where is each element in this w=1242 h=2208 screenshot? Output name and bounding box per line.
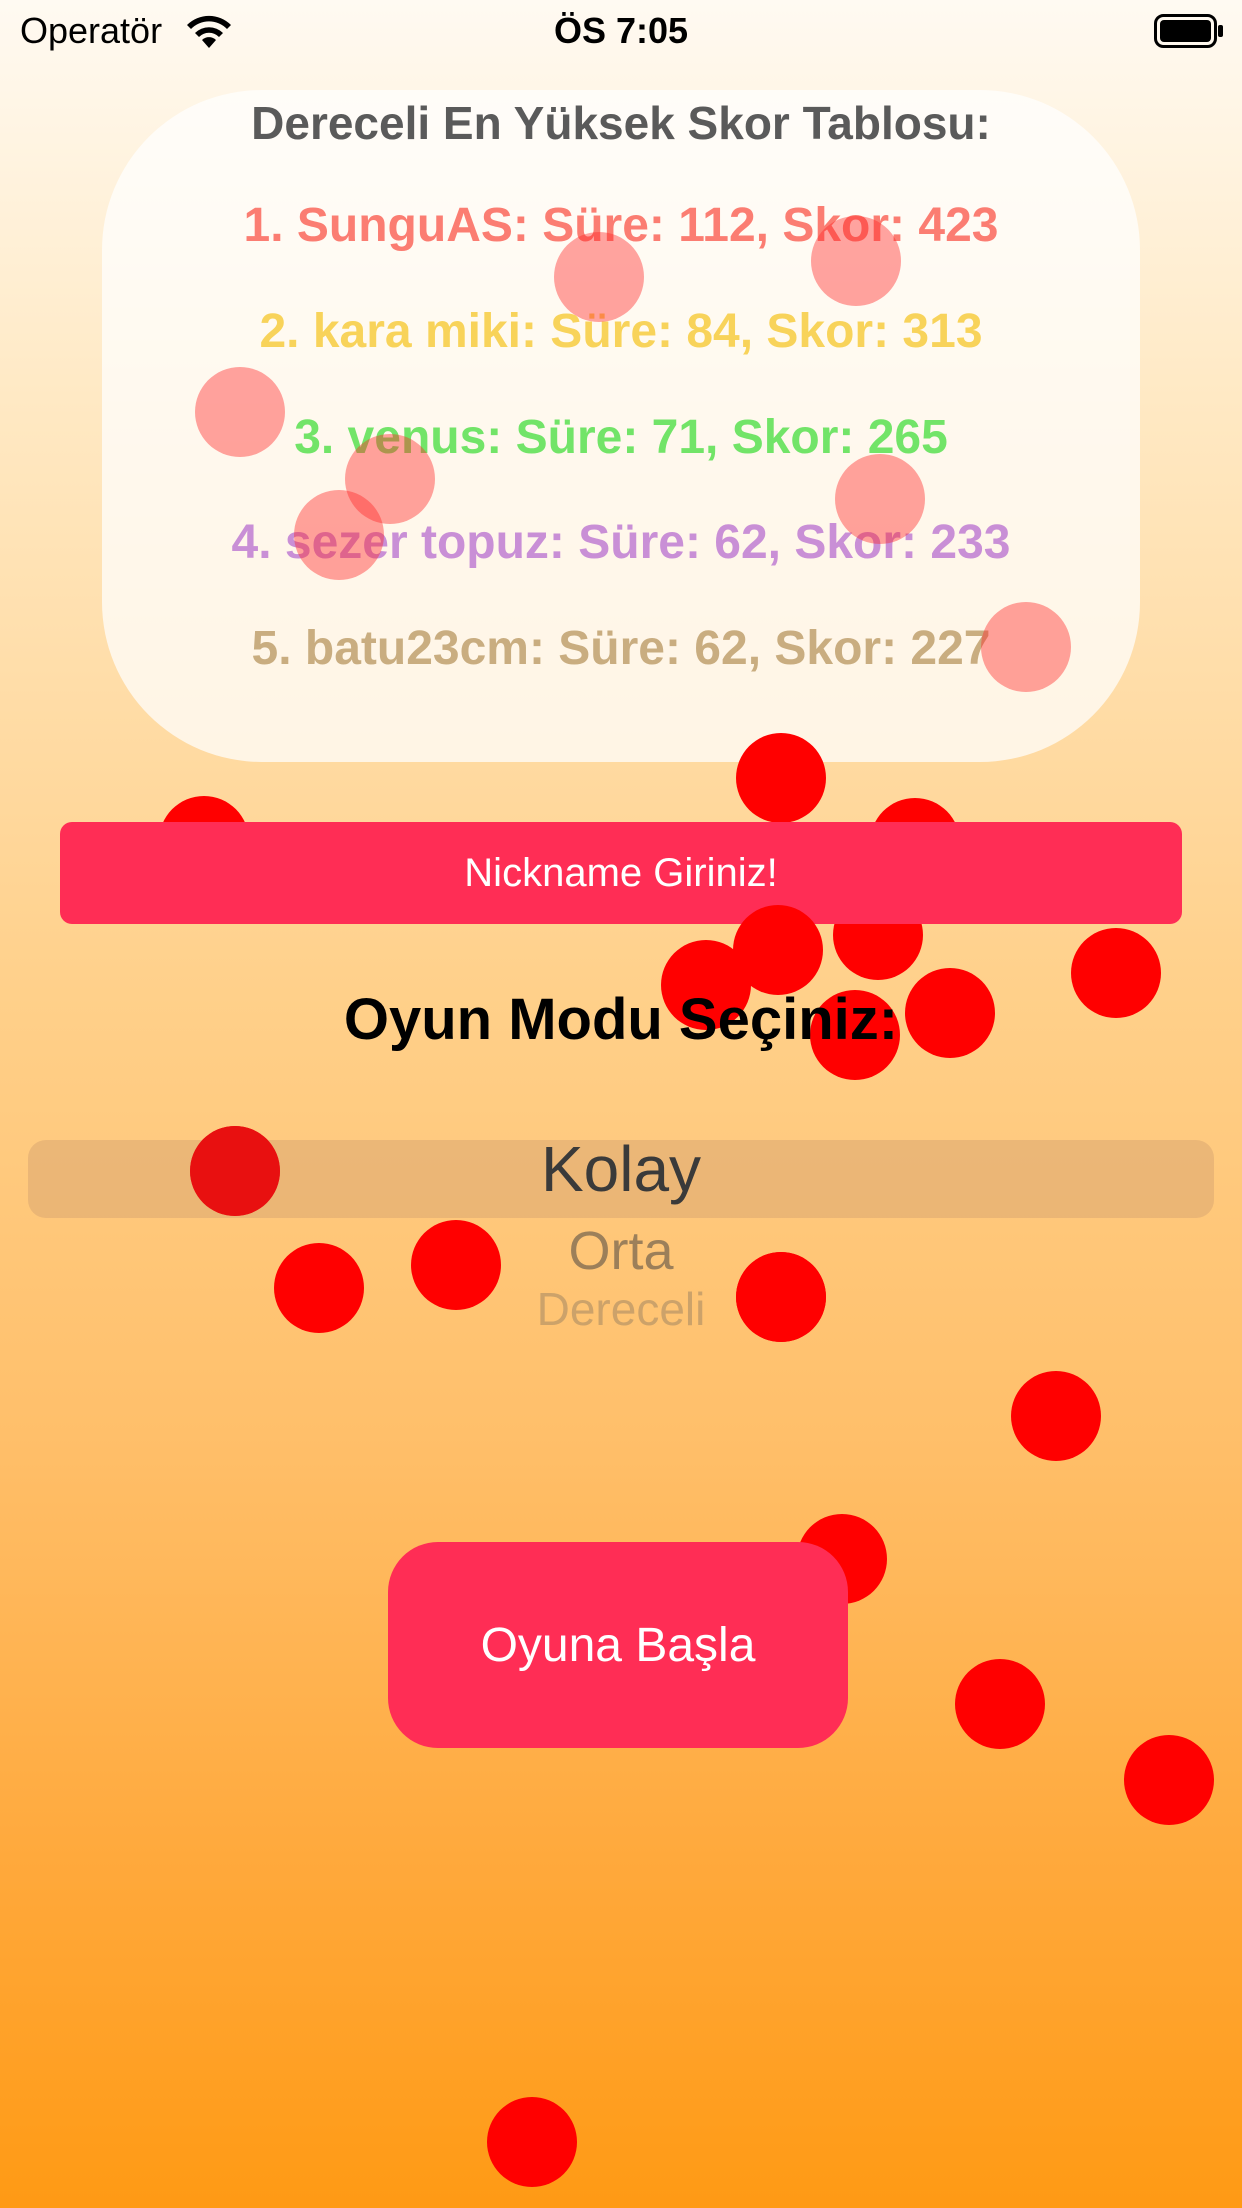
falling-dot xyxy=(1011,1371,1101,1461)
picker-option-kolay[interactable]: Kolay xyxy=(0,1132,1242,1206)
falling-dot xyxy=(1124,1735,1214,1825)
falling-dots-layer xyxy=(0,0,1242,2208)
falling-dot xyxy=(487,2097,577,2187)
falling-dot xyxy=(955,1659,1045,1749)
start-game-button[interactable]: Oyuna Başla xyxy=(388,1542,848,1748)
nickname-button[interactable]: Nickname Giriniz! xyxy=(60,822,1182,924)
mode-picker[interactable]: Kolay Orta Dereceli xyxy=(0,1130,1242,1350)
picker-option-orta[interactable]: Orta xyxy=(0,1220,1242,1282)
picker-option-dereceli[interactable]: Dereceli xyxy=(0,1282,1242,1336)
mode-title: Oyun Modu Seçiniz: xyxy=(343,987,899,1052)
falling-dot xyxy=(736,733,826,823)
